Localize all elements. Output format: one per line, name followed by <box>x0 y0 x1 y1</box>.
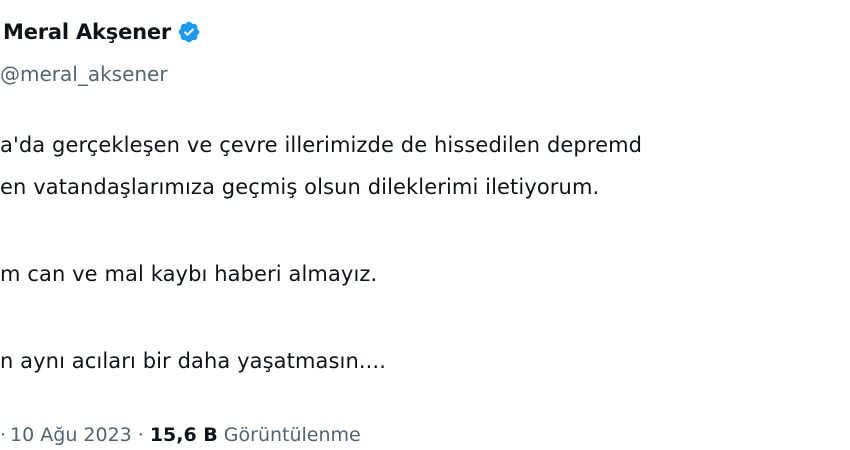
tweet-meta-row: · 10 Ağu 2023 · 15,6 B Görüntülenme <box>0 424 361 446</box>
tweet-date-link[interactable]: 10 Ağu 2023 <box>10 424 132 446</box>
tweet-text-line: n aynı acıları bir daha yaşatmasın.... <box>0 349 386 373</box>
verified-badge-icon[interactable] <box>177 20 201 44</box>
views-label[interactable]: Görüntülenme <box>224 424 361 446</box>
author-name-row[interactable]: Meral Akşener <box>3 20 201 44</box>
meta-separator: · <box>137 424 144 446</box>
tweet-text-line: en vatandaşlarımıza geçmiş olsun dilekle… <box>0 175 600 199</box>
tweet-text-line: a'da gerçekleşen ve çevre illerimizde de… <box>0 133 643 157</box>
meta-leading-dot: · <box>0 424 7 446</box>
author-display-name[interactable]: Meral Akşener <box>3 20 171 44</box>
views-count[interactable]: 15,6 B <box>150 424 218 446</box>
tweet-text-line: m can ve mal kaybı haberi almayız. <box>0 262 378 286</box>
author-handle[interactable]: @meral_aksener <box>0 62 168 86</box>
